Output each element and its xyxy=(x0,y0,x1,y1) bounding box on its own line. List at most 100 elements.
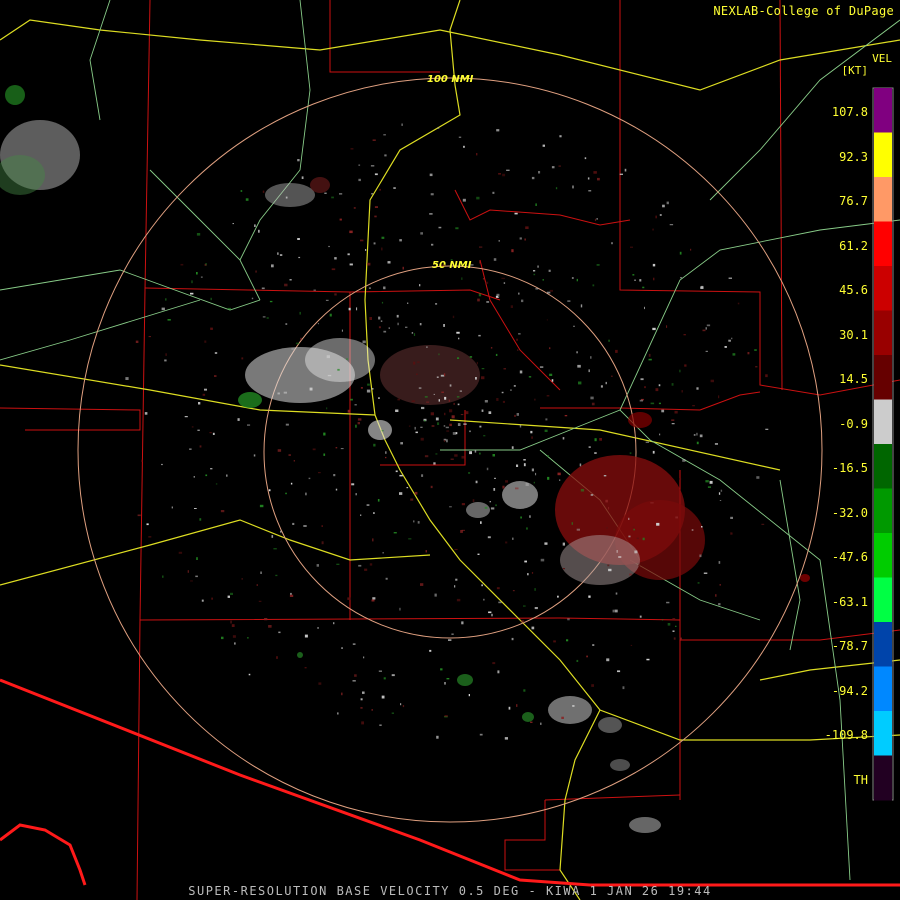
echo-pixel xyxy=(652,450,655,454)
echo-pixel xyxy=(652,228,654,231)
echo-pixel xyxy=(146,523,149,526)
echo-pixel xyxy=(352,680,356,682)
echo-pixel xyxy=(679,369,681,373)
echo-pixel xyxy=(444,412,446,416)
echo-pixel xyxy=(755,366,758,368)
echo-pixel xyxy=(271,264,274,268)
echo-pixel xyxy=(557,595,559,598)
echo-pixel xyxy=(227,595,230,598)
echo-pixel xyxy=(653,277,655,281)
echo-pixel xyxy=(420,437,424,441)
echo-pixel xyxy=(707,486,711,488)
echo-pixel xyxy=(318,682,322,685)
echo-pixel xyxy=(675,516,678,519)
echo-pixel xyxy=(709,480,713,484)
echo-pixel xyxy=(276,656,278,659)
echo-pixel xyxy=(351,483,355,486)
echo-pixel xyxy=(340,448,344,450)
echo-pixel xyxy=(462,198,466,202)
echo-pixel xyxy=(362,340,366,344)
echo-pixel xyxy=(326,355,330,359)
echo-pixel xyxy=(531,436,533,439)
echo-pixel xyxy=(540,722,542,725)
echo-pixel xyxy=(277,449,282,452)
echo-pixel xyxy=(493,488,496,491)
echo-pixel xyxy=(730,532,733,535)
echo-pixel xyxy=(349,230,353,234)
echo-pixel xyxy=(256,584,258,586)
echo-pixel xyxy=(419,284,421,287)
echo-pixel xyxy=(465,411,469,415)
echo-pixel xyxy=(180,263,184,266)
echo-pixel xyxy=(644,306,645,310)
echo-pixel xyxy=(420,583,424,586)
echo-pixel xyxy=(671,383,674,386)
echo-pixel xyxy=(510,305,513,308)
echo-pixel xyxy=(316,564,319,567)
echo-pixel xyxy=(632,526,635,528)
echo-pixel xyxy=(381,301,384,304)
echo-pixel xyxy=(419,323,422,326)
echo-pixel xyxy=(290,482,293,485)
echo-pixel xyxy=(719,584,721,586)
echo-pixel xyxy=(378,316,381,320)
echo-pixel xyxy=(381,236,385,239)
echo-pixel xyxy=(161,307,165,311)
echo-pixel xyxy=(461,503,465,506)
echo-pixel xyxy=(210,468,213,470)
echo-pixel xyxy=(444,396,447,400)
echo-pixel xyxy=(333,622,335,625)
echo-pixel xyxy=(348,307,351,311)
echo-pixel xyxy=(449,409,453,413)
echo-pixel xyxy=(202,393,206,396)
echo-pixel xyxy=(469,430,471,433)
echo-pixel xyxy=(650,402,655,405)
echo-pixel xyxy=(642,286,645,289)
echo-pixel xyxy=(378,326,381,329)
echo-pixel xyxy=(285,196,288,199)
echo-pixel xyxy=(317,627,319,629)
echo-pixel xyxy=(537,265,539,268)
echo-pixel xyxy=(335,447,338,449)
echo-pixel xyxy=(461,621,464,625)
echo-pixel xyxy=(199,518,202,521)
echo-pixel xyxy=(520,620,525,623)
echo-pixel xyxy=(321,525,323,527)
echo-pixel xyxy=(555,187,558,190)
echo-pixel xyxy=(247,637,249,639)
echo-pixel xyxy=(516,464,519,467)
echo-pixel xyxy=(383,286,386,290)
echo-pixel xyxy=(144,412,148,415)
echo-pixel xyxy=(495,353,498,356)
echo-pixel xyxy=(360,514,362,516)
echo-pixel xyxy=(355,424,357,428)
echo-pixel xyxy=(433,393,435,395)
echo-pixel xyxy=(253,454,256,457)
echo-pixel xyxy=(431,243,434,246)
echo-pixel xyxy=(381,247,383,251)
echo-pixel xyxy=(297,159,300,162)
echo-pixel xyxy=(367,383,370,386)
echo-pixel xyxy=(754,349,757,351)
echo-pixel xyxy=(402,266,404,270)
echo-pixel xyxy=(523,605,526,607)
echo-pixel xyxy=(699,554,702,558)
echo-pixel xyxy=(438,353,440,356)
echo-pixel xyxy=(341,647,343,649)
echo-pixel xyxy=(639,399,643,402)
echo-pixel xyxy=(164,359,167,362)
color-scale-segment xyxy=(874,399,892,445)
echo-pixel xyxy=(196,557,198,560)
echo-pixel xyxy=(446,678,450,680)
echo-pixel xyxy=(481,584,483,587)
echo-pixel xyxy=(619,173,623,175)
echo-pixel xyxy=(629,452,632,455)
echo-pixel xyxy=(413,520,415,523)
echo-pixel xyxy=(410,498,414,501)
echo-pixel xyxy=(496,587,500,590)
echo-pixel xyxy=(141,459,143,462)
echo-pixel xyxy=(529,515,531,518)
echo-pixel xyxy=(481,368,485,370)
echo-pixel xyxy=(383,134,386,136)
echo-pixel xyxy=(567,300,571,302)
